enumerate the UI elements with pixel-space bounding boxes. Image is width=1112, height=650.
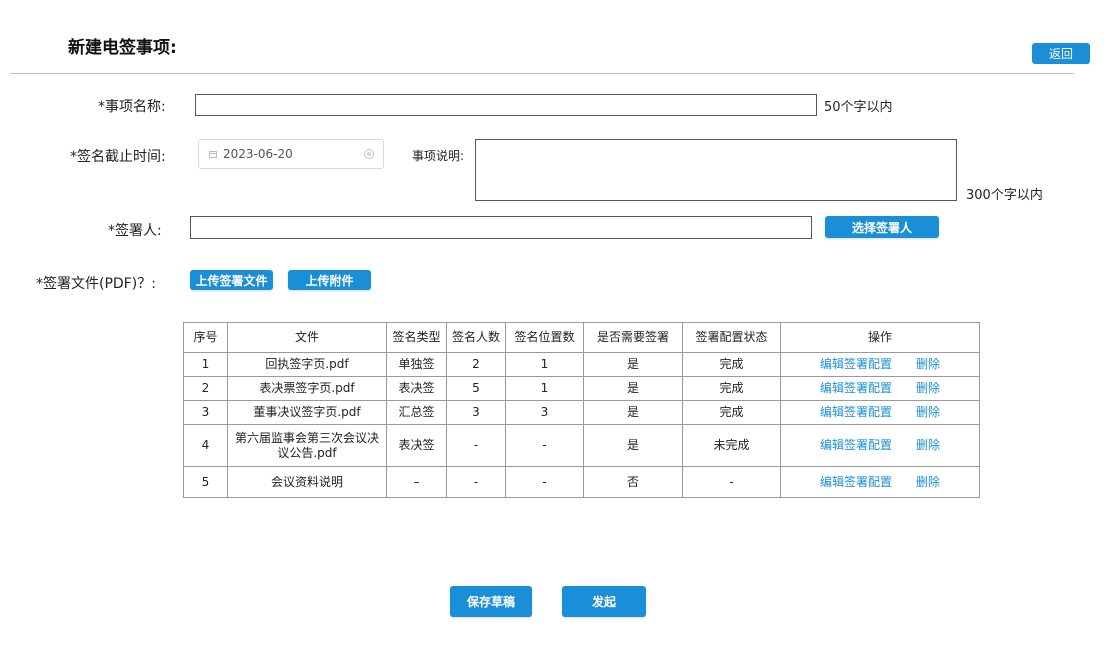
table-row: 4 第六届监事会第三次会议决议公告.pdf 表决签 - - 是 未完成 编辑签署… xyxy=(183,424,980,467)
table-row: 1 回执签字页.pdf 单独签 2 1 是 完成 编辑签署配置 删除 xyxy=(183,352,980,377)
description-hint: 300个字以内 xyxy=(966,188,1043,203)
cell-need: 是 xyxy=(583,400,683,425)
cell-no: 2 xyxy=(183,376,228,401)
cell-type: 单独签 xyxy=(386,352,447,377)
deadline-label: *签名截止时间: xyxy=(70,149,166,165)
signers-input[interactable] xyxy=(190,216,812,239)
cell-file: 回执签字页.pdf xyxy=(227,352,387,377)
delete-link[interactable]: 删除 xyxy=(916,405,940,420)
cell-file: 表决票签字页.pdf xyxy=(227,376,387,401)
back-button[interactable]: 返回 xyxy=(1032,43,1090,64)
delete-link[interactable]: 删除 xyxy=(916,357,940,372)
column-header: 签名类型 xyxy=(386,322,447,353)
column-header: 是否需要签署 xyxy=(583,322,683,353)
cell-actions: 编辑签署配置 删除 xyxy=(780,466,980,498)
cell-need: 是 xyxy=(583,424,683,467)
cell-no: 5 xyxy=(183,466,228,498)
cell-actions: 编辑签署配置 删除 xyxy=(780,376,980,401)
cell-need: 是 xyxy=(583,376,683,401)
cell-no: 1 xyxy=(183,352,228,377)
deadline-date-picker[interactable]: 2023-06-20 xyxy=(198,139,384,169)
deadline-date-value: 2023-06-20 xyxy=(223,147,293,161)
column-header: 签名人数 xyxy=(446,322,506,353)
description-label: 事项说明: xyxy=(412,149,465,163)
cell-status: - xyxy=(682,466,781,498)
column-header: 签署配置状态 xyxy=(682,322,781,353)
table-row: 2 表决票签字页.pdf 表决签 5 1 是 完成 编辑签署配置 删除 xyxy=(183,376,980,401)
cell-positions: - xyxy=(505,424,584,467)
edit-config-link[interactable]: 编辑签署配置 xyxy=(820,438,892,453)
cell-actions: 编辑签署配置 删除 xyxy=(780,424,980,467)
cell-file: 董事决议签字页.pdf xyxy=(227,400,387,425)
cell-file: 第六届监事会第三次会议决议公告.pdf xyxy=(227,424,387,467)
signers-label: *签署人: xyxy=(108,223,162,239)
cell-signers: - xyxy=(446,424,506,467)
cell-actions: 编辑签署配置 删除 xyxy=(780,400,980,425)
cell-signers: 5 xyxy=(446,376,506,401)
save-draft-button[interactable]: 保存草稿 xyxy=(450,586,532,617)
cell-actions: 编辑签署配置 删除 xyxy=(780,352,980,377)
cell-type: 表决签 xyxy=(386,376,447,401)
select-signers-button[interactable]: 选择签署人 xyxy=(825,216,939,238)
cell-positions: 1 xyxy=(505,352,584,377)
cell-need: 否 xyxy=(583,466,683,498)
files-label: *签署文件(PDF)？: xyxy=(36,276,156,292)
column-header: 文件 xyxy=(227,322,387,353)
cell-status: 未完成 xyxy=(682,424,781,467)
delete-link[interactable]: 删除 xyxy=(916,381,940,396)
cell-positions: - xyxy=(505,466,584,498)
item-name-hint: 50个字以内 xyxy=(824,100,893,115)
cell-signers: 2 xyxy=(446,352,506,377)
cell-file: 会议资料说明 xyxy=(227,466,387,498)
cell-type: 汇总签 xyxy=(386,400,447,425)
cell-type: – xyxy=(386,466,447,498)
edit-config-link[interactable]: 编辑签署配置 xyxy=(820,381,892,396)
header-divider xyxy=(10,73,1074,74)
delete-link[interactable]: 删除 xyxy=(916,475,940,490)
cell-type: 表决签 xyxy=(386,424,447,467)
table-row: 5 会议资料说明 – - - 否 - 编辑签署配置 删除 xyxy=(183,466,980,498)
upload-attachment-button[interactable]: 上传附件 xyxy=(288,270,371,290)
upload-sign-file-button[interactable]: 上传签署文件 xyxy=(190,270,273,290)
submit-button[interactable]: 发起 xyxy=(562,586,646,617)
cell-status: 完成 xyxy=(682,400,781,425)
cell-positions: 3 xyxy=(505,400,584,425)
column-header: 签名位置数 xyxy=(505,322,584,353)
cell-signers: - xyxy=(446,466,506,498)
page-title: 新建电签事项: xyxy=(68,38,177,58)
delete-link[interactable]: 删除 xyxy=(916,438,940,453)
description-textarea[interactable] xyxy=(475,139,957,201)
table-header-row: 序号 文件 签名类型 签名人数 签名位置数 是否需要签署 签署配置状态 操作 xyxy=(183,322,980,353)
edit-config-link[interactable]: 编辑签署配置 xyxy=(820,357,892,372)
files-table: 序号 文件 签名类型 签名人数 签名位置数 是否需要签署 签署配置状态 操作 1… xyxy=(183,322,980,498)
item-name-label: *事项名称: xyxy=(98,99,166,115)
cell-signers: 3 xyxy=(446,400,506,425)
table-row: 3 董事决议签字页.pdf 汇总签 3 3 是 完成 编辑签署配置 删除 xyxy=(183,400,980,425)
cell-status: 完成 xyxy=(682,352,781,377)
clear-icon[interactable] xyxy=(364,149,374,159)
column-header: 序号 xyxy=(183,322,228,353)
cell-need: 是 xyxy=(583,352,683,377)
cell-positions: 1 xyxy=(505,376,584,401)
cell-no: 3 xyxy=(183,400,228,425)
cell-status: 完成 xyxy=(682,376,781,401)
column-header: 操作 xyxy=(780,322,980,353)
calendar-icon xyxy=(209,150,217,158)
cell-no: 4 xyxy=(183,424,228,467)
edit-config-link[interactable]: 编辑签署配置 xyxy=(820,475,892,490)
item-name-input[interactable] xyxy=(195,94,817,116)
edit-config-link[interactable]: 编辑签署配置 xyxy=(820,405,892,420)
